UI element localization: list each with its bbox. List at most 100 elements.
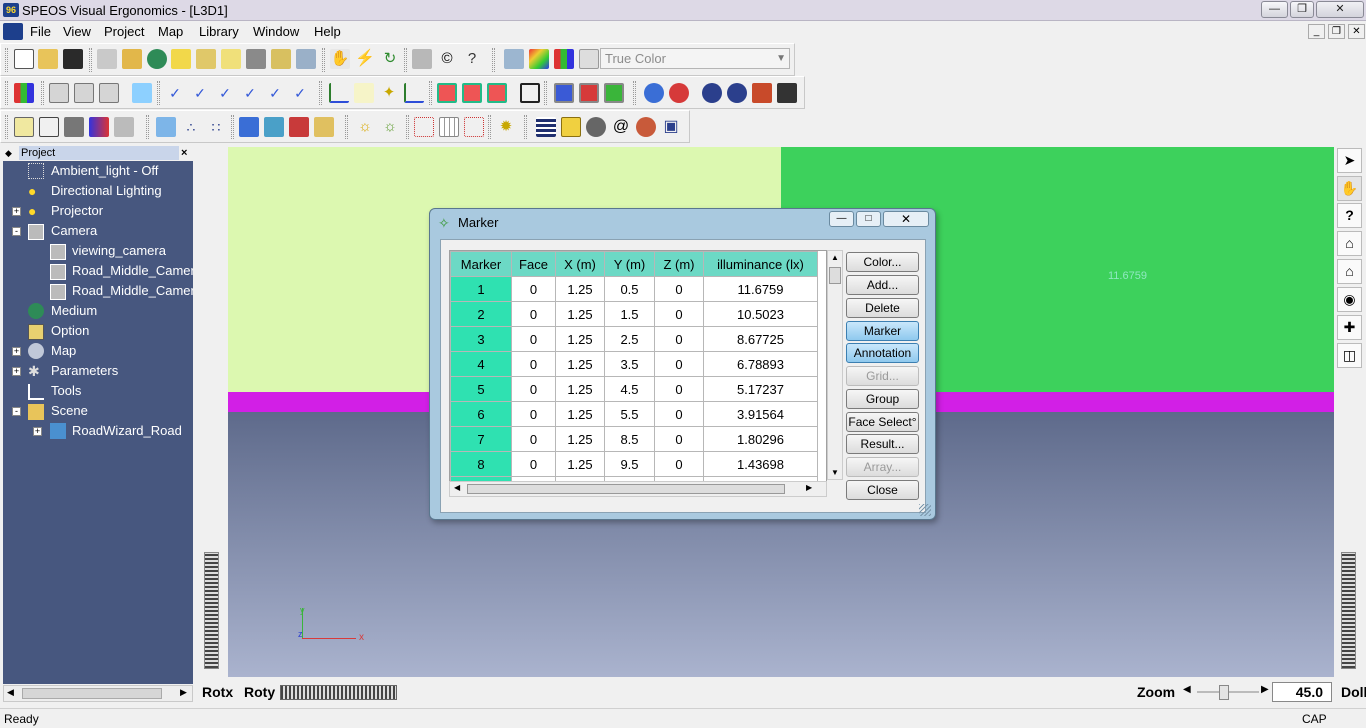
color-button[interactable]: Color... <box>846 252 919 272</box>
rectangle-select-icon[interactable] <box>39 117 59 137</box>
spectrum-icon[interactable] <box>14 83 34 103</box>
object-icon[interactable] <box>64 117 84 137</box>
rotation-wheel-vertical[interactable] <box>204 552 219 669</box>
scroll-thumb[interactable] <box>22 688 162 699</box>
local-axis-icon[interactable] <box>404 83 424 103</box>
table-cell[interactable]: 0 <box>511 376 556 402</box>
table-cell[interactable]: 1.25 <box>555 426 605 452</box>
color-palette-icon[interactable] <box>529 49 549 69</box>
view-left-icon[interactable]: ✓ <box>215 83 235 103</box>
marker-id-cell[interactable]: 5 <box>450 376 512 402</box>
column-header[interactable]: Marker <box>450 251 512 277</box>
document-icon[interactable] <box>3 23 23 40</box>
menu-view[interactable]: View <box>63 24 91 39</box>
scroll-thumb[interactable] <box>467 484 785 494</box>
camera-icon[interactable] <box>246 49 266 69</box>
collapse-icon[interactable]: - <box>12 227 21 236</box>
scroll-left-icon[interactable]: ◀ <box>7 687 14 698</box>
mdi-restore-button[interactable]: ❐ <box>1328 24 1345 39</box>
menu-help[interactable]: Help <box>314 24 341 39</box>
table-cell[interactable]: 0 <box>511 326 556 352</box>
scroll-up-icon[interactable]: ▲ <box>831 253 839 262</box>
zoom-slider-thumb[interactable] <box>1219 685 1229 700</box>
select-arrow-icon[interactable]: ➤ <box>1337 148 1362 173</box>
help-icon[interactable]: ? <box>462 49 482 69</box>
home-icon[interactable]: ⌂ <box>1337 231 1362 256</box>
grid-view-2-icon[interactable] <box>74 83 94 103</box>
blocks-blue-icon[interactable] <box>239 117 259 137</box>
expand-icon[interactable]: + <box>12 347 21 356</box>
table-cell[interactable]: 0 <box>654 426 704 452</box>
at-icon[interactable]: @ <box>611 117 631 137</box>
menu-library[interactable]: Library <box>199 24 239 39</box>
dolly-wheel-vertical[interactable] <box>1341 552 1356 669</box>
scroll-thumb[interactable] <box>829 267 841 284</box>
table-row[interactable]: 5 0 1.25 4.5 0 5.17237 <box>450 376 818 402</box>
connect-icon[interactable]: ∷ <box>206 117 226 137</box>
measure-icon[interactable] <box>314 117 334 137</box>
puzzle-icon[interactable]: ▣ <box>661 117 681 137</box>
table-cell[interactable]: 0 <box>511 301 556 327</box>
table-cell[interactable]: 3.5 <box>604 351 655 377</box>
table-cell[interactable]: 11.6759 <box>703 276 818 302</box>
tree-horizontal-scrollbar[interactable]: ◀ ▶ <box>3 685 193 702</box>
table-cell[interactable]: 0 <box>654 351 704 377</box>
home-set-icon[interactable]: ⌂ <box>1337 259 1362 284</box>
sphere-red-icon[interactable] <box>669 83 689 103</box>
light-icon[interactable] <box>171 49 191 69</box>
minimize-button[interactable]: — <box>1261 1 1288 18</box>
eye-icon[interactable] <box>777 83 797 103</box>
xmp-file-icon[interactable] <box>752 83 772 103</box>
table-cell[interactable]: 0 <box>654 401 704 427</box>
marker-id-cell[interactable]: 1 <box>450 276 512 302</box>
result-button[interactable]: Result... <box>846 434 919 454</box>
blocks-red-icon[interactable] <box>289 117 309 137</box>
scroll-left-icon[interactable]: ◀ <box>454 483 460 492</box>
table-row[interactable]: 7 0 1.25 8.5 0 1.80296 <box>450 426 818 452</box>
panel-close-icon[interactable]: × <box>181 146 187 160</box>
expand-icon[interactable]: + <box>12 207 21 216</box>
scene-icon[interactable] <box>122 49 142 69</box>
table-cell[interactable]: 0 <box>654 376 704 402</box>
sun-edit-icon[interactable]: ☼ <box>380 117 400 137</box>
copyright-icon[interactable]: © <box>437 49 457 69</box>
pan-hand-icon[interactable]: ✋ <box>1337 176 1362 201</box>
table-vertical-scrollbar[interactable]: ▲ ▼ <box>827 250 843 480</box>
grid-view-3-icon[interactable] <box>99 83 119 103</box>
toolbar-grip[interactable] <box>5 81 8 105</box>
flask-icon[interactable] <box>636 117 656 137</box>
blocks-teal-icon[interactable] <box>264 117 284 137</box>
table-cell[interactable]: 0.5 <box>604 276 655 302</box>
marker-id-cell[interactable]: 6 <box>450 401 512 427</box>
marker-id-cell[interactable]: 8 <box>450 451 512 477</box>
marker-id-cell[interactable]: 4 <box>450 351 512 377</box>
column-header[interactable]: Y (m) <box>604 251 655 277</box>
save-icon[interactable] <box>63 49 83 69</box>
group-select-button[interactable]: Group Select° <box>846 389 919 424</box>
table-cell[interactable]: 8.5 <box>604 426 655 452</box>
render-xmp-2-icon[interactable] <box>727 83 747 103</box>
light-axis-icon[interactable]: ✦ <box>379 83 399 103</box>
pan-hand-icon[interactable]: ✋ <box>330 49 350 69</box>
menu-file[interactable]: File <box>30 24 51 39</box>
tree-item-road-middle-camera-2[interactable]: Road_Middle_Camer <box>0 281 193 301</box>
view-right-icon[interactable]: ✓ <box>240 83 260 103</box>
axis-highlight-icon[interactable] <box>354 83 374 103</box>
medium-globe-icon[interactable] <box>147 49 167 69</box>
list-icon[interactable] <box>536 117 556 137</box>
table-cell[interactable]: 5.5 <box>604 401 655 427</box>
dialog-maximize-button[interactable]: □ <box>856 211 881 227</box>
table-row[interactable]: 8 0 1.25 9.5 0 1.43698 <box>450 451 818 477</box>
table-horizontal-scrollbar[interactable]: ◀ ▶ <box>449 481 827 497</box>
table-row[interactable]: 6 0 1.25 5.5 0 3.91564 <box>450 401 818 427</box>
resize-grip[interactable] <box>919 504 931 516</box>
option-icon[interactable] <box>271 49 291 69</box>
grid-select-icon[interactable] <box>14 117 34 137</box>
material-swap-icon[interactable] <box>89 117 109 137</box>
table-cell[interactable]: 0 <box>654 301 704 327</box>
roty-wheel[interactable] <box>280 685 397 700</box>
mdi-minimize-button[interactable]: _ <box>1308 24 1325 39</box>
new-icon[interactable] <box>14 49 34 69</box>
mdi-close-button[interactable]: ✕ <box>1348 24 1365 39</box>
table-cell[interactable]: 0 <box>511 426 556 452</box>
